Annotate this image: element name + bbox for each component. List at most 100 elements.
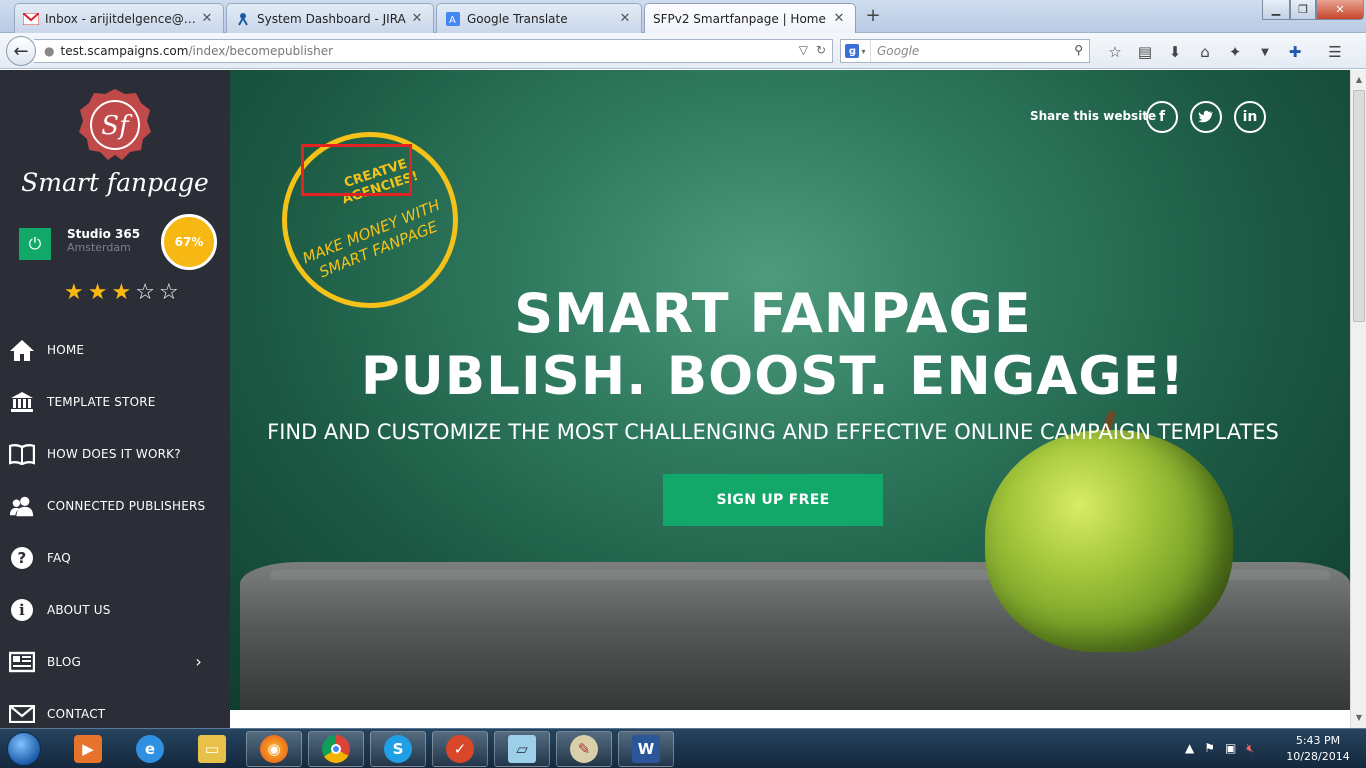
- search-icon[interactable]: ⚲: [1074, 43, 1083, 57]
- jira-addon-icon[interactable]: ✚: [1280, 41, 1310, 63]
- clock-time: 5:43 PM: [1295, 734, 1341, 747]
- facebook-icon[interactable]: f: [1146, 101, 1178, 133]
- page-bottom-strip: [230, 710, 1350, 728]
- star-empty-icon: ☆: [135, 280, 155, 305]
- taskbar-word[interactable]: W: [618, 731, 674, 767]
- notepad-icon: ▱: [508, 735, 536, 763]
- taskbar-chrome[interactable]: [308, 731, 364, 767]
- sidebar-item-home[interactable]: HOME: [0, 324, 230, 376]
- arrow-left-icon: ←: [13, 40, 29, 62]
- volume-muted-icon[interactable]: 🔇︎: [1246, 741, 1254, 756]
- minimize-button[interactable]: ▁: [1262, 0, 1290, 20]
- tab-smartfanpage[interactable]: SFPv2 Smartfanpage | Home ✕: [644, 3, 856, 33]
- firefox-icon: ◉: [260, 735, 288, 763]
- close-icon[interactable]: ✕: [199, 11, 215, 26]
- twitter-icon[interactable]: [1190, 101, 1222, 133]
- folder-icon: ▭: [198, 735, 226, 763]
- tab-gmail[interactable]: Inbox - arijitdelgence@gm... ✕: [14, 3, 224, 33]
- home-browser-icon[interactable]: ⌂: [1190, 41, 1220, 63]
- linkedin-icon[interactable]: in: [1234, 101, 1266, 133]
- flag-icon[interactable]: ⚑: [1204, 741, 1215, 756]
- taskbar-skype[interactable]: S: [370, 731, 426, 767]
- gmail-icon: [23, 11, 39, 27]
- scroll-up-icon[interactable]: ▲: [1351, 72, 1366, 88]
- translate-icon: A: [445, 11, 461, 27]
- url-host: test.scampaigns.com: [60, 44, 189, 58]
- question-icon: ?: [9, 545, 35, 571]
- taskbar-explorer[interactable]: ▭: [184, 731, 240, 767]
- svg-text:Sf: Sf: [101, 111, 133, 141]
- sign-up-button[interactable]: SIGN UP FREE: [663, 474, 883, 526]
- sidebar-item-label: BLOG: [47, 655, 82, 669]
- checkmark-app-icon: ✓: [446, 735, 474, 763]
- globe-icon: ●: [44, 44, 55, 58]
- download-icon[interactable]: ⬇: [1160, 41, 1190, 63]
- extension-icon[interactable]: ✦: [1220, 41, 1250, 63]
- new-tab-button[interactable]: +: [862, 6, 884, 28]
- sidebar-item-label: HOW DOES IT WORK?: [47, 447, 181, 461]
- sidebar-item-blog[interactable]: BLOG ›: [0, 636, 230, 688]
- network-icon[interactable]: ▣: [1225, 741, 1236, 756]
- show-hidden-icons-icon[interactable]: ▲: [1185, 741, 1194, 756]
- scroll-down-icon[interactable]: ▼: [1351, 710, 1366, 726]
- google-icon: g: [845, 44, 860, 58]
- close-window-button[interactable]: ✕: [1316, 0, 1364, 20]
- close-icon[interactable]: ✕: [409, 11, 425, 26]
- rating-stars: ★ ★ ★ ☆ ☆: [64, 280, 179, 305]
- browser-nav-bar: ● test.scampaigns.com/index/becomepublis…: [0, 33, 1366, 69]
- back-button[interactable]: ←: [6, 36, 36, 66]
- maximize-button[interactable]: ❐: [1290, 0, 1316, 20]
- tab-title: Inbox - arijitdelgence@gm...: [45, 11, 199, 26]
- taskbar-notes[interactable]: ▱: [494, 731, 550, 767]
- taskbar-paint[interactable]: ✎: [556, 731, 612, 767]
- sidebar-item-how-it-works[interactable]: HOW DOES IT WORK?: [0, 428, 230, 480]
- tab-google-translate[interactable]: A Google Translate ✕: [436, 3, 642, 33]
- logo-badge-icon[interactable]: Sf: [78, 88, 152, 162]
- users-icon: [9, 493, 35, 519]
- scrollbar-thumb[interactable]: [1353, 90, 1365, 322]
- tab-title: SFPv2 Smartfanpage | Home: [653, 11, 826, 26]
- sidebar-item-connected-publishers[interactable]: CONNECTED PUBLISHERS: [0, 480, 230, 532]
- headline-tagline: PUBLISH. BOOST. ENGAGE!: [360, 346, 1186, 407]
- reload-icon[interactable]: ↻: [816, 43, 826, 57]
- svg-text:i: i: [19, 601, 25, 619]
- close-icon[interactable]: ✕: [617, 11, 633, 26]
- taskbar-tasks[interactable]: ✓: [432, 731, 488, 767]
- taskbar-ie[interactable]: e: [122, 731, 178, 767]
- dropdown-icon[interactable]: ▽: [799, 43, 808, 57]
- address-bar[interactable]: ● test.scampaigns.com/index/becomepublis…: [34, 39, 833, 63]
- star-filled-icon: ★: [64, 280, 84, 305]
- completion-badge: 67%: [161, 214, 217, 270]
- dropdown-icon[interactable]: ▼: [1250, 41, 1280, 63]
- sidebar-item-label: ABOUT US: [47, 603, 111, 617]
- taskbar-firefox[interactable]: ◉: [246, 731, 302, 767]
- browser-tab-strip: Inbox - arijitdelgence@gm... ✕ System Da…: [0, 0, 1366, 33]
- sidebar-item-template-store[interactable]: TEMPLATE STORE: [0, 376, 230, 428]
- screen: Inbox - arijitdelgence@gm... ✕ System Da…: [0, 0, 1366, 768]
- newspaper-icon: [9, 649, 35, 675]
- menu-icon[interactable]: ☰: [1320, 41, 1350, 63]
- chevron-right-icon[interactable]: ›: [195, 652, 202, 671]
- tab-jira[interactable]: System Dashboard - JIRA ✕: [226, 3, 434, 33]
- search-input[interactable]: g ▾ Google ⚲: [840, 39, 1090, 63]
- search-engine-selector[interactable]: g ▾: [841, 40, 871, 62]
- sidebar-item-label: FAQ: [47, 551, 71, 565]
- clipboard-icon[interactable]: ▤: [1130, 41, 1160, 63]
- sidebar-item-faq[interactable]: ? FAQ: [0, 532, 230, 584]
- taskbar-media-player[interactable]: ▶: [60, 731, 116, 767]
- page-scrollbar[interactable]: ▲ ▼: [1350, 70, 1366, 728]
- highlight-box: [301, 144, 412, 196]
- taskbar-clock[interactable]: 5:43 PM 10/28/2014: [1280, 733, 1356, 765]
- profile-city: Amsterdam: [67, 241, 131, 254]
- system-tray: ▲ ⚑ ▣ 🔇︎: [1185, 741, 1254, 756]
- svg-text:A: A: [449, 15, 456, 26]
- home-icon: [9, 337, 35, 363]
- sidebar-menu: HOME TEMPLATE STORE HOW DOES IT WORK? CO…: [0, 324, 230, 740]
- word-icon: W: [632, 735, 660, 763]
- windows-taskbar: ▶ e ▭ ◉ S ✓ ▱ ✎ W ▲ ⚑ ▣ 🔇︎ 5:43 PM 10/28…: [0, 728, 1366, 768]
- power-icon[interactable]: ⏻: [19, 228, 51, 260]
- close-icon[interactable]: ✕: [831, 11, 847, 26]
- sidebar-item-about-us[interactable]: i ABOUT US: [0, 584, 230, 636]
- start-button[interactable]: [2, 730, 46, 768]
- bookmark-star-icon[interactable]: ☆: [1100, 41, 1130, 63]
